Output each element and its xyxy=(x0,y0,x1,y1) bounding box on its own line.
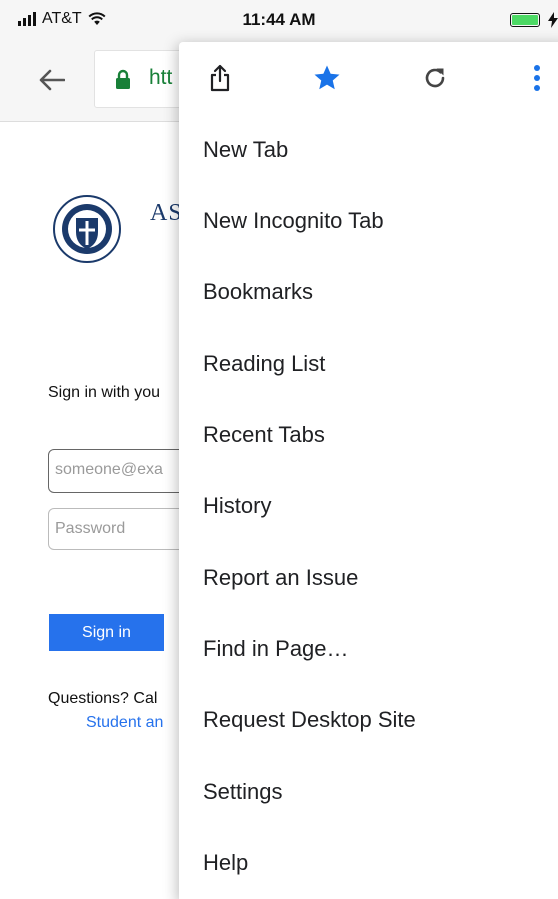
college-seal-logo xyxy=(53,195,121,263)
menu-item-help[interactable]: Help xyxy=(203,843,248,883)
bookmark-star-button[interactable] xyxy=(309,60,345,96)
screen: AT&T 11:44 AM htt AS Sign in with you so… xyxy=(0,0,558,899)
star-icon xyxy=(314,65,340,90)
status-time: 11:44 AM xyxy=(242,10,316,29)
menu-item-bookmarks[interactable]: Bookmarks xyxy=(203,272,313,312)
more-button[interactable] xyxy=(519,60,555,96)
share-button[interactable] xyxy=(202,60,238,96)
back-arrow-icon xyxy=(39,69,65,91)
more-vertical-icon xyxy=(534,65,540,91)
menu-item-history[interactable]: History xyxy=(203,486,271,526)
menu-item-find-in-page[interactable]: Find in Page… xyxy=(203,629,349,669)
charging-icon xyxy=(548,12,558,28)
battery-icon xyxy=(510,13,540,27)
reload-icon xyxy=(425,68,445,88)
support-link[interactable]: Student an xyxy=(86,714,163,732)
status-bar: AT&T 11:44 AM xyxy=(0,0,558,40)
menu-item-settings[interactable]: Settings xyxy=(203,772,283,812)
menu-item-report-issue[interactable]: Report an Issue xyxy=(203,558,358,598)
lock-icon xyxy=(116,69,130,89)
overflow-menu: New Tab New Incognito Tab Bookmarks Read… xyxy=(179,42,558,899)
menu-item-new-incognito-tab[interactable]: New Incognito Tab xyxy=(203,201,384,241)
share-icon xyxy=(210,64,230,92)
sign-in-button[interactable]: Sign in xyxy=(49,614,164,651)
reload-button[interactable] xyxy=(417,60,453,96)
college-name: AS xyxy=(150,200,183,226)
menu-icon-row xyxy=(179,42,558,114)
back-button[interactable] xyxy=(30,58,74,102)
sign-in-prompt: Sign in with you xyxy=(48,384,161,401)
menu-item-request-desktop-site[interactable]: Request Desktop Site xyxy=(203,700,416,740)
menu-item-reading-list[interactable]: Reading List xyxy=(203,344,325,384)
menu-item-new-tab[interactable]: New Tab xyxy=(203,130,288,170)
menu-item-recent-tabs[interactable]: Recent Tabs xyxy=(203,415,325,455)
questions-text: Questions? Cal xyxy=(48,690,158,707)
url-text: htt xyxy=(149,66,173,89)
